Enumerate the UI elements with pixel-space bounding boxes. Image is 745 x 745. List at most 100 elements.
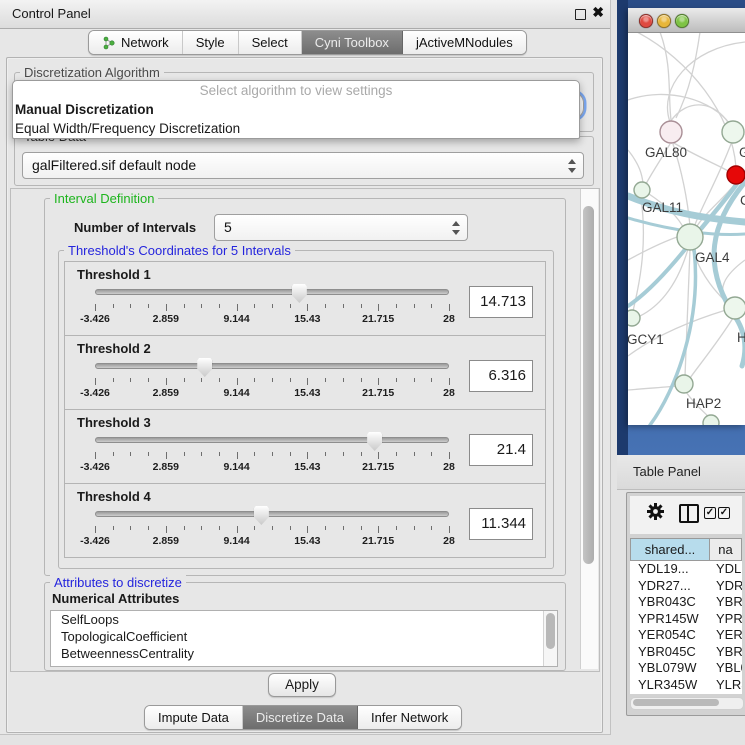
- slider-ticks: [95, 378, 449, 386]
- horizontal-scrollbar[interactable]: [630, 697, 744, 710]
- horizontal-scrollbar-thumb[interactable]: [633, 699, 719, 706]
- tick-mark: [148, 304, 149, 308]
- threshold-value-field[interactable]: 6.316: [469, 360, 533, 392]
- tab-discretize-data[interactable]: Discretize Data: [243, 706, 358, 729]
- node-hap2[interactable]: [675, 375, 693, 393]
- tick-label: 2.859: [153, 313, 179, 325]
- top-tab-bar: Network StyleSelectCyni ToolboxjActiveMNo…: [88, 30, 527, 55]
- tick-mark: [113, 526, 114, 530]
- node-bottom-partial[interactable]: [703, 415, 719, 425]
- table-row[interactable]: YER054CYER0: [630, 627, 742, 644]
- list-scrollbar[interactable]: [543, 611, 557, 666]
- slider-track[interactable]: [95, 432, 449, 446]
- control-panel-window: Control Panel ✖ NetworkStyleSelectCyni T…: [0, 0, 611, 735]
- table-data-combo[interactable]: galFiltered.sif default node: [22, 152, 584, 179]
- slider-thumb[interactable]: [292, 284, 307, 303]
- threshold-slider[interactable]: -3.4262.8599.14415.4321.71528: [95, 506, 449, 547]
- table-row[interactable]: YIL052CYIL0: [630, 693, 742, 694]
- close-traffic-light[interactable]: [639, 14, 653, 28]
- cell-name: YDL1: [710, 561, 742, 578]
- number-of-intervals-combo[interactable]: 5: [214, 214, 468, 241]
- attribute-list-item[interactable]: BetweennessCentrality: [51, 645, 557, 662]
- threshold-value-field[interactable]: 21.4: [469, 434, 533, 466]
- tab-infer-network[interactable]: Infer Network: [358, 706, 461, 729]
- node-right-top[interactable]: [722, 121, 744, 143]
- gear-icon[interactable]: [647, 503, 664, 520]
- table-row[interactable]: YLR345WYLR3: [630, 677, 742, 694]
- tab-cyni-toolbox[interactable]: Cyni Toolbox: [302, 31, 403, 54]
- float-window-icon[interactable]: [575, 9, 586, 20]
- tick-label: -3.426: [80, 535, 110, 547]
- network-edge: [660, 33, 671, 120]
- tick-mark: [148, 378, 149, 382]
- tick-mark: [254, 378, 255, 382]
- tick-mark: [113, 304, 114, 308]
- stepper-arrows-icon[interactable]: [568, 159, 576, 173]
- close-icon[interactable]: ✖: [592, 4, 604, 21]
- slider-thumb[interactable]: [254, 506, 269, 525]
- threshold-slider[interactable]: -3.4262.8599.14415.4321.71528: [95, 432, 449, 473]
- threshold-row: -3.4262.8599.14415.4321.71528 6.316: [65, 356, 545, 399]
- tab-jactivemnodules[interactable]: jActiveMNodules: [403, 31, 526, 54]
- tick-label: 21.715: [362, 313, 394, 325]
- node-h[interactable]: [724, 297, 745, 319]
- checkbox-checked-icon[interactable]: ✓: [704, 507, 716, 519]
- table-row[interactable]: YDL19...YDL1: [630, 561, 742, 578]
- zoom-traffic-light[interactable]: [675, 14, 689, 28]
- tick-mark: [361, 452, 362, 456]
- table-row[interactable]: YBL079WYBL0: [630, 660, 742, 677]
- node-label: GA: [739, 145, 745, 160]
- checkbox-checked-icon[interactable]: ✓: [718, 507, 730, 519]
- tick-mark: [449, 304, 450, 311]
- tab-select[interactable]: Select: [239, 31, 302, 54]
- minimize-traffic-light[interactable]: [657, 14, 671, 28]
- network-edge: [690, 318, 733, 378]
- network-canvas[interactable]: GAL80GACGAL11GAL4GCY1HHAP2: [628, 33, 745, 425]
- attribute-list-item[interactable]: TopologicalCoefficient: [51, 628, 557, 645]
- tick-mark: [272, 378, 273, 382]
- tick-label: 28: [443, 535, 455, 547]
- node-gal80[interactable]: [660, 121, 682, 143]
- threshold-value-field[interactable]: 11.344: [469, 508, 533, 540]
- attribute-list-item[interactable]: SelfLoops: [51, 611, 557, 628]
- node-label: HAP2: [686, 396, 721, 411]
- slider-tick-labels: -3.4262.8599.14415.4321.71528: [95, 461, 449, 473]
- node-gcy1[interactable]: [628, 310, 640, 326]
- node-gal11[interactable]: [634, 182, 650, 198]
- tab-impute-data[interactable]: Impute Data: [145, 706, 243, 729]
- node-selected-red[interactable]: [727, 166, 745, 184]
- node-gal4[interactable]: [677, 224, 703, 250]
- threshold-slider[interactable]: -3.4262.8599.14415.4321.71528: [95, 358, 449, 399]
- tab-network[interactable]: Network: [89, 31, 183, 54]
- split-columns-icon[interactable]: [679, 504, 699, 523]
- table-row[interactable]: YBR043CYBR0: [630, 594, 742, 611]
- tick-mark: [378, 304, 379, 311]
- apply-button[interactable]: Apply: [268, 673, 336, 697]
- stepper-arrows-icon[interactable]: [452, 221, 460, 235]
- slider-thumb[interactable]: [367, 432, 382, 451]
- network-edge: [628, 236, 680, 260]
- tab-label: Network: [121, 31, 169, 54]
- slider-track[interactable]: [95, 506, 449, 520]
- column-header-name[interactable]: na: [710, 538, 742, 561]
- threshold-value-field[interactable]: 14.713: [469, 286, 533, 318]
- tab-style[interactable]: Style: [183, 31, 239, 54]
- table-row[interactable]: YPR145WYPR1: [630, 611, 742, 628]
- slider-thumb[interactable]: [197, 358, 212, 377]
- tick-mark: [325, 526, 326, 530]
- tick-mark: [130, 526, 131, 530]
- tick-mark: [431, 526, 432, 530]
- table-row[interactable]: YDR27...YDR2: [630, 578, 742, 595]
- slider-track[interactable]: [95, 284, 449, 298]
- tick-mark: [95, 304, 96, 311]
- popup-item-placeholder[interactable]: Select algorithm to view settings: [13, 81, 579, 100]
- popup-item-equal-width[interactable]: Equal Width/Frequency Discretization: [13, 119, 579, 138]
- table-row[interactable]: YBR045CYBR0: [630, 644, 742, 661]
- threshold-row: -3.4262.8599.14415.4321.71528 14.713: [65, 282, 545, 325]
- column-header-shared[interactable]: shared...: [630, 538, 710, 561]
- threshold-slider[interactable]: -3.4262.8599.14415.4321.71528: [95, 284, 449, 325]
- list-scrollbar-thumb[interactable]: [546, 613, 555, 649]
- vertical-scrollbar-thumb[interactable]: [583, 206, 594, 564]
- popup-item-manual-discretization[interactable]: Manual Discretization: [13, 100, 579, 119]
- slider-track[interactable]: [95, 358, 449, 372]
